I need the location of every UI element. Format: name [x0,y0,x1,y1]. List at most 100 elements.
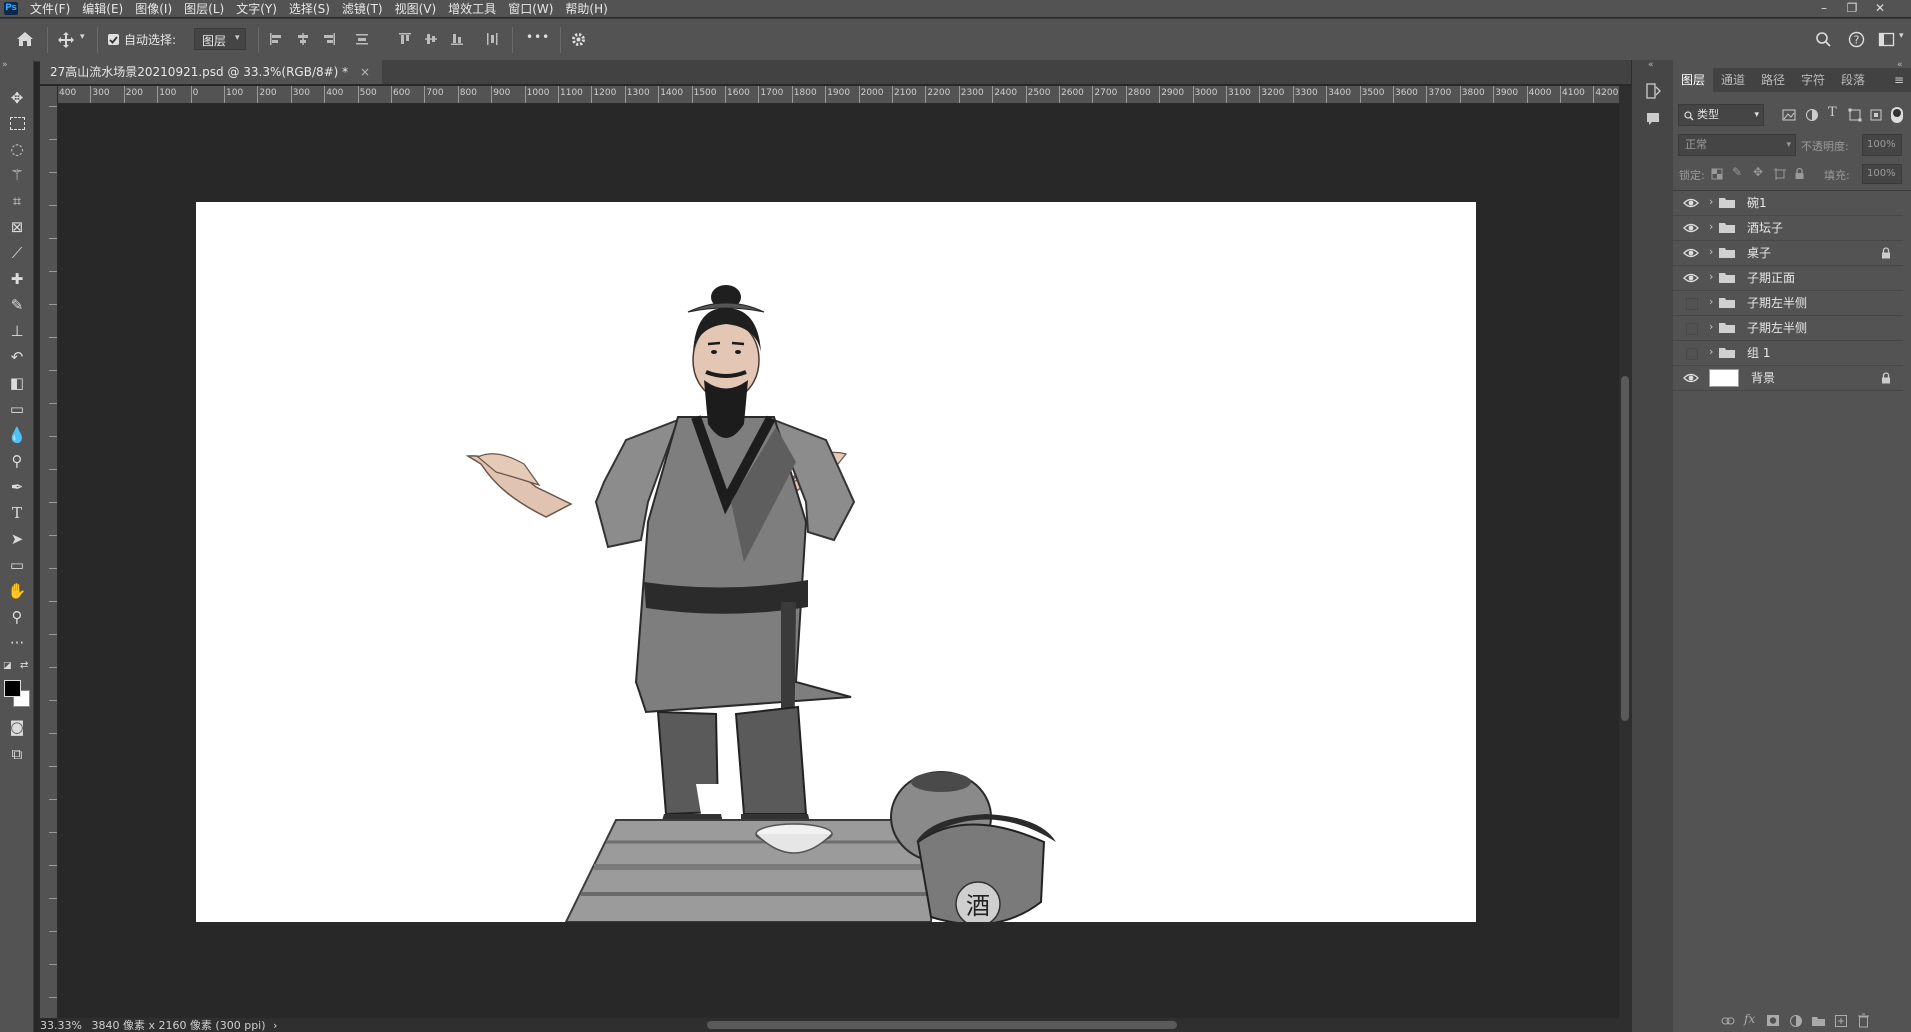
menu-view[interactable]: 视图(V) [395,0,437,17]
blur-tool-icon[interactable]: 💧 [4,424,30,446]
type-tool-icon[interactable]: T [4,502,30,524]
default-colors-icon[interactable]: ◪ [3,661,12,671]
home-icon[interactable] [15,30,35,48]
quick-mask-icon[interactable]: ◙ [4,716,30,738]
tab-channels[interactable]: 通道 [1721,68,1745,92]
search-icon[interactable] [1815,31,1832,48]
collapse-panels-icon[interactable]: « [1648,60,1654,70]
move-tool-icon[interactable]: ✥ [4,87,30,109]
edit-toolbar-icon[interactable]: ··· [4,632,30,654]
auto-select-target-dropdown[interactable]: 图层 ▾ [194,28,246,50]
menu-window[interactable]: 窗口(W) [508,0,553,17]
align-center-icon[interactable] [295,31,311,47]
tab-character[interactable]: 字符 [1801,68,1825,92]
layer-row[interactable]: › 桌子 [1673,241,1903,266]
horizontal-ruler[interactable]: 400 300 200 100 0 100 200 300 400 500 600 700 800 900… [57,86,1619,104]
auto-select-checkbox[interactable] [108,34,119,45]
layer-style-icon[interactable]: fx [1744,1012,1755,1026]
marquee-tool-icon[interactable] [4,112,30,134]
foreground-color-swatch[interactable] [4,680,21,697]
menu-help[interactable]: 帮助(H) [565,0,607,17]
zoom-tool-icon[interactable]: ⚲ [4,606,30,628]
gear-icon[interactable] [570,31,587,48]
rectangle-tool-icon[interactable]: ▭ [4,554,30,576]
align-bottom-icon[interactable] [449,31,465,47]
menu-type[interactable]: 文字(Y) [236,0,277,17]
gradient-tool-icon[interactable]: ▭ [4,398,30,420]
chevron-down-icon[interactable]: ▾ [80,32,85,42]
layer-row[interactable]: › 酒坛子 [1673,216,1903,241]
align-middle-icon[interactable] [423,31,439,47]
menu-plugins[interactable]: 增效工具 [448,0,496,17]
blend-mode-dropdown[interactable]: 正常 ▾ [1678,134,1796,156]
filter-pixel-icon[interactable] [1782,109,1796,121]
align-left-icon[interactable] [268,31,284,47]
lock-image-icon[interactable]: ✎ [1732,165,1742,179]
layer-row[interactable]: › 子期左半侧 [1673,291,1903,316]
opacity-input[interactable]: 100% [1862,134,1902,156]
lock-position-icon[interactable]: ✥ [1753,165,1763,179]
layer-row[interactable]: › 子期左半侧 [1673,316,1903,341]
document-canvas[interactable]: 酒 [196,202,1476,922]
link-layers-icon[interactable] [1721,1015,1735,1027]
chevron-right-icon[interactable]: › [1709,345,1713,358]
visibility-toggle[interactable] [1683,321,1699,335]
chevron-right-icon[interactable]: › [273,1019,277,1032]
history-panel-icon[interactable] [1644,82,1662,100]
document-tab[interactable]: 27高山流水场景20210921.psd @ 33.3%(RGB/8#) * × [40,60,383,84]
pen-tool-icon[interactable]: ✒ [4,476,30,498]
chevron-right-icon[interactable]: › [1709,270,1713,283]
layer-row[interactable]: › 碗1 [1673,191,1903,216]
lock-all-icon[interactable] [1794,167,1805,180]
minimize-icon[interactable]: – [1810,0,1838,17]
eyedropper-tool-icon[interactable]: ⟋ [4,242,30,264]
menu-edit[interactable]: 编辑(E) [82,0,123,17]
close-tab-icon[interactable]: × [360,65,370,79]
history-brush-tool-icon[interactable]: ↶ [4,346,30,368]
tab-paragraph[interactable]: 段落 [1841,68,1865,92]
restore-icon[interactable]: ❐ [1838,0,1866,17]
menu-image[interactable]: 图像(I) [135,0,172,17]
eye-icon[interactable] [1683,221,1699,235]
filter-type-icon[interactable]: T [1828,105,1837,120]
filter-adjustment-icon[interactable] [1805,108,1819,122]
eye-icon[interactable] [1683,371,1699,385]
panel-menu-icon[interactable]: ≡ [1894,68,1904,92]
brush-tool-icon[interactable]: ✎ [4,294,30,316]
close-icon[interactable]: ✕ [1866,0,1894,17]
layer-row[interactable]: 背景 [1673,366,1903,391]
lasso-tool-icon[interactable]: ◌ [4,138,30,160]
vertical-scrollbar[interactable] [1619,86,1631,1018]
tab-paths[interactable]: 路径 [1761,68,1785,92]
menu-filter[interactable]: 滤镜(T) [342,0,383,17]
menu-select[interactable]: 选择(S) [289,0,330,17]
filter-smart-object-icon[interactable] [1869,108,1883,122]
lock-transparent-icon[interactable] [1711,168,1723,180]
chevron-right-icon[interactable]: › [1709,295,1713,308]
vertical-ruler[interactable] [40,86,58,1018]
hand-tool-icon[interactable]: ✋ [4,580,30,602]
layer-filter-dropdown[interactable]: 类型 ▾ [1678,104,1764,126]
swap-colors-icon[interactable]: ⇄ [20,660,28,671]
lock-artboard-icon[interactable] [1774,168,1786,180]
chevron-down-icon[interactable]: ▾ [1899,31,1904,41]
add-mask-icon[interactable] [1766,1014,1780,1027]
collapse-toolbar-icon[interactable]: » [2,60,8,70]
chevron-right-icon[interactable]: › [1709,245,1713,258]
dodge-tool-icon[interactable]: ⚲ [4,450,30,472]
distribute-vertical-icon[interactable] [354,31,370,47]
layer-row[interactable]: › 组 1 [1673,341,1903,366]
layer-row[interactable]: › 子期正面 [1673,266,1903,291]
chevron-right-icon[interactable]: › [1709,220,1713,233]
delete-layer-icon[interactable] [1857,1013,1870,1028]
align-top-icon[interactable] [397,31,413,47]
more-options-icon[interactable]: ••• [526,30,550,44]
eye-icon[interactable] [1683,196,1699,210]
help-icon[interactable]: ? [1848,31,1865,48]
path-selection-tool-icon[interactable]: ➤ [4,528,30,550]
clone-stamp-tool-icon[interactable]: ⊥ [4,320,30,342]
magic-wand-tool-icon[interactable]: ⚚ [4,164,30,186]
eye-icon[interactable] [1683,271,1699,285]
eraser-tool-icon[interactable]: ◧ [4,372,30,394]
move-tool-icon[interactable] [57,31,75,49]
